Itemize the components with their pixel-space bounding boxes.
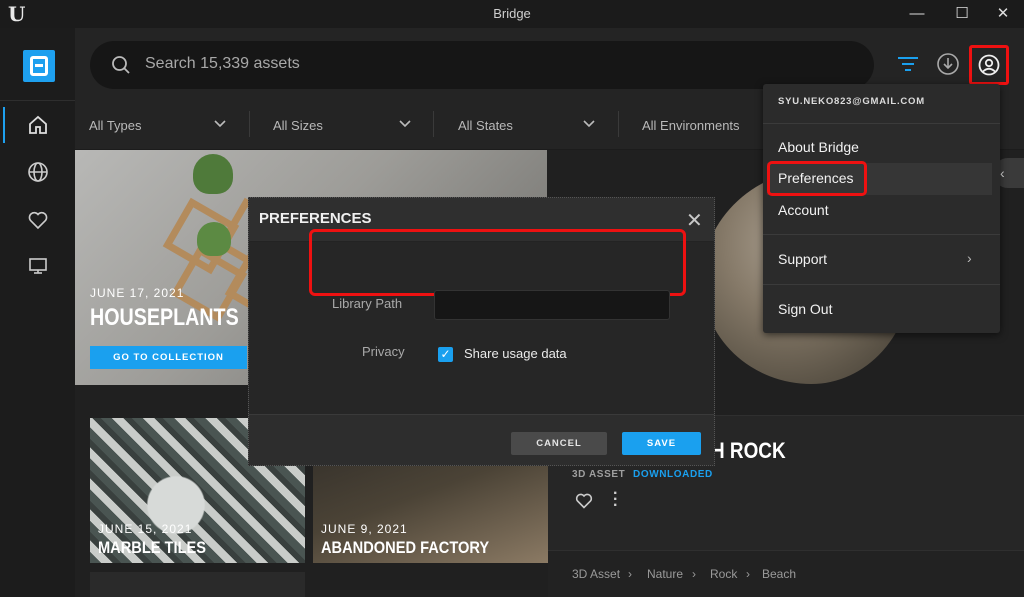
menu-item-support[interactable]: Support (778, 251, 827, 267)
window-title: Bridge (493, 6, 531, 21)
heart-icon (28, 211, 48, 230)
filter-state-dropdown[interactable]: All States (444, 98, 619, 150)
share-usage-label[interactable]: Share usage data (464, 346, 567, 361)
more-options-icon[interactable]: · · · (613, 486, 618, 514)
tile-date: JUNE 15, 2021 (98, 522, 193, 536)
asset-type: 3D ASSET (572, 469, 626, 480)
rail-home[interactable] (0, 103, 75, 147)
library-path-label: Library Path (332, 296, 403, 311)
plant-image (193, 154, 233, 194)
library-path-highlight (309, 229, 686, 296)
breadcrumb-separator-icon: › (746, 567, 750, 581)
menu-item-sign-out[interactable]: Sign Out (778, 301, 832, 317)
preferences-highlight (767, 161, 867, 196)
cancel-button[interactable]: CANCEL (511, 432, 607, 455)
banner-title: HOUSEPLANTS (90, 304, 239, 331)
tile-title: MARBLE TILES (98, 538, 207, 557)
privacy-label: Privacy (362, 344, 405, 359)
account-email: SYU.NEKO823@GMAIL.COM (778, 96, 925, 107)
breadcrumb-item[interactable]: 3D Asset (572, 567, 620, 581)
breadcrumb-separator-icon: › (692, 567, 696, 581)
user-circle-icon (978, 54, 1000, 76)
close-window-button[interactable]: ✕ (991, 4, 1015, 24)
close-icon[interactable]: ✕ (686, 208, 703, 233)
filter-divider (433, 111, 434, 137)
menu-divider (763, 234, 1000, 235)
menu-item-about-bridge[interactable]: About Bridge (778, 139, 859, 155)
chevron-down-icon (399, 120, 411, 128)
collection-tile-partial[interactable] (90, 572, 305, 597)
banner-date: JUNE 17, 2021 (90, 286, 185, 300)
share-usage-checkbox[interactable]: ✓ (438, 347, 453, 362)
asset-title: H ROCK (711, 438, 786, 463)
filter-label: All Types (89, 118, 142, 133)
breadcrumb: 3D Asset › Nature › Rock › Beach (548, 550, 1024, 597)
favorite-heart-icon[interactable] (575, 493, 593, 509)
dialog-footer: CANCEL SAVE (249, 414, 714, 465)
menu-divider (763, 284, 1000, 285)
filter-type-dropdown[interactable]: All Types (75, 98, 250, 150)
dialog-title: PREFERENCES (259, 210, 372, 227)
tile-title: ABANDONED FACTORY (321, 538, 490, 557)
asset-status-badge: DOWNLOADED (633, 469, 713, 480)
menu-item-account[interactable]: Account (778, 202, 829, 218)
search-input[interactable]: Search 15,339 assets (145, 55, 300, 73)
download-icon[interactable] (936, 52, 960, 76)
account-button[interactable] (969, 45, 1009, 85)
search-icon (112, 56, 130, 74)
account-menu: SYU.NEKO823@GMAIL.COM About Bridge Prefe… (763, 84, 1000, 333)
rail-local[interactable] (0, 244, 75, 288)
preferences-dialog: PREFERENCES ✕ Library Path Privacy ✓ Sha… (248, 197, 715, 466)
filter-label: All Environments (642, 118, 740, 133)
breadcrumb-separator-icon: › (628, 567, 632, 581)
bridge-logo-icon (23, 50, 55, 82)
filter-label: All States (458, 118, 513, 133)
tile-date: JUNE 9, 2021 (321, 522, 408, 536)
chevron-down-icon (583, 120, 595, 128)
minimize-button[interactable]: — (905, 4, 929, 24)
filter-icon[interactable] (896, 53, 920, 75)
go-to-collection-button[interactable]: GO TO COLLECTION (90, 346, 247, 369)
title-bar: U Bridge — ☐ ✕ (0, 0, 1024, 28)
left-rail (0, 28, 75, 597)
monitor-icon (29, 258, 47, 274)
menu-divider (763, 123, 1000, 124)
maximize-button[interactable]: ☐ (950, 4, 974, 24)
rail-divider (0, 100, 75, 101)
filter-size-dropdown[interactable]: All Sizes (259, 98, 434, 150)
rail-favorites[interactable] (0, 198, 75, 242)
filter-label: All Sizes (273, 118, 323, 133)
breadcrumb-item[interactable]: Nature (647, 567, 683, 581)
library-path-input[interactable] (434, 290, 670, 320)
chevron-right-icon: › (967, 250, 972, 266)
breadcrumb-item[interactable]: Beach (762, 567, 796, 581)
filter-divider (618, 111, 619, 137)
globe-icon (28, 162, 48, 182)
save-button[interactable]: SAVE (622, 432, 701, 455)
home-icon (29, 115, 47, 134)
chevron-down-icon (214, 120, 226, 128)
breadcrumb-item[interactable]: Rock (710, 567, 737, 581)
plant-image (197, 222, 231, 256)
rail-explore[interactable] (0, 150, 75, 194)
filter-divider (249, 111, 250, 137)
search-bar[interactable]: Search 15,339 assets (90, 41, 874, 89)
